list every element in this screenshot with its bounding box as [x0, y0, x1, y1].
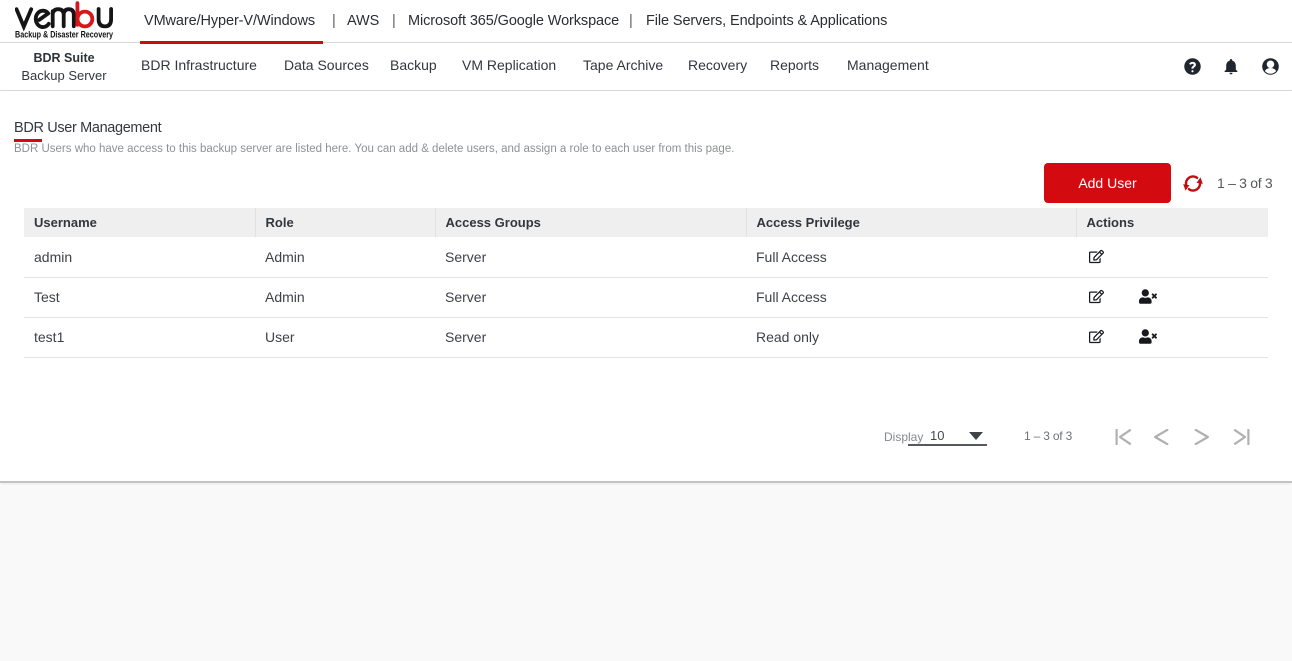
svg-text:Backup & Disaster Recovery: Backup & Disaster Recovery — [15, 30, 113, 40]
